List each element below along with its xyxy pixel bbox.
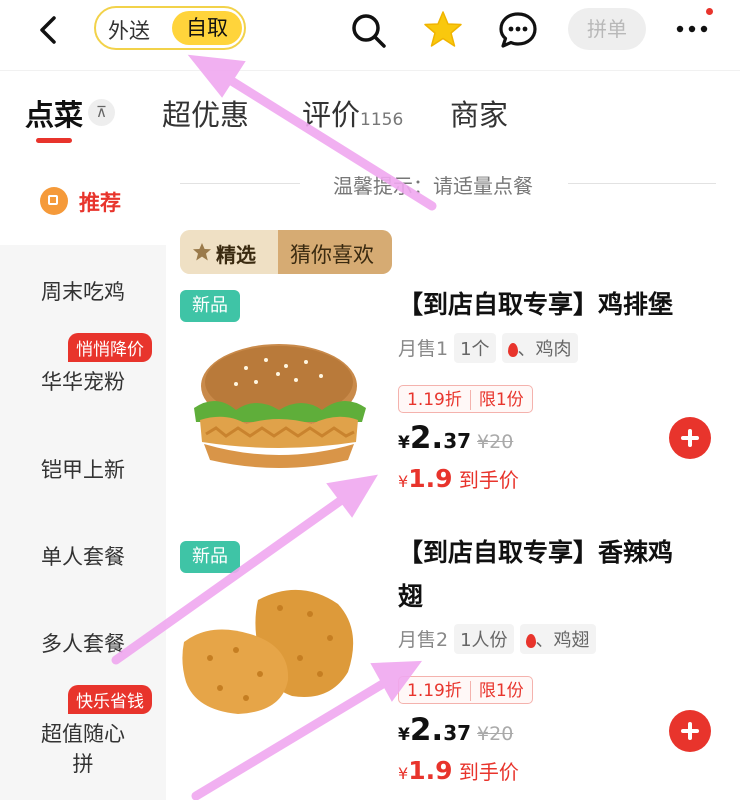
flavor-tag: 、鸡肉 bbox=[501, 333, 578, 363]
notification-dot bbox=[706, 8, 713, 15]
purchase-limit: 限1份 bbox=[469, 681, 532, 701]
category-sidebar bbox=[0, 245, 166, 800]
chevron-left-icon[interactable] bbox=[30, 10, 70, 50]
delivery-option[interactable]: 外送 bbox=[108, 15, 150, 45]
original-price: ¥20 bbox=[477, 431, 514, 453]
chili-icon bbox=[507, 343, 518, 357]
top-bar: 外送 自取 拼单 bbox=[0, 0, 740, 62]
add-to-cart-button[interactable] bbox=[669, 710, 711, 752]
product-title-line2[interactable]: 翅 bbox=[398, 575, 718, 619]
sidebar-item-weekend-chicken[interactable]: 周末吃鸡 bbox=[0, 276, 166, 306]
tip-line-right bbox=[568, 183, 716, 184]
flavor-text: 、鸡肉 bbox=[517, 339, 572, 360]
search-icon[interactable] bbox=[348, 10, 388, 50]
section-featured-label: 精选 bbox=[216, 243, 256, 267]
price-row: ¥2.37 ¥20 bbox=[398, 712, 513, 748]
price-symbol: ¥ bbox=[398, 433, 410, 453]
section-header: 精选 猜你喜欢 bbox=[180, 230, 392, 274]
final-decimal: 9 bbox=[435, 464, 453, 493]
divider bbox=[0, 70, 740, 71]
sidebar-item-huahua[interactable]: 华华宠粉 bbox=[0, 366, 166, 396]
purchase-limit: 限1份 bbox=[469, 390, 532, 410]
add-to-cart-button[interactable] bbox=[669, 417, 711, 459]
spec-tag: 1个 bbox=[454, 333, 496, 363]
chat-bubble-icon[interactable] bbox=[498, 10, 538, 50]
section-guess-you-like: 猜你喜欢 bbox=[278, 230, 392, 274]
tab-reviews-label: 评价 bbox=[302, 98, 361, 132]
delivery-mode-toggle: 外送 自取 bbox=[94, 6, 246, 50]
tab-merchant[interactable]: 商家 bbox=[450, 92, 508, 134]
burger-image[interactable] bbox=[186, 338, 372, 478]
price-row: ¥2.37 ¥20 bbox=[398, 420, 513, 456]
product-title[interactable]: 【到店自取专享】鸡排堡 bbox=[398, 283, 718, 327]
star-icon[interactable] bbox=[423, 9, 463, 49]
price-symbol: ¥ bbox=[398, 725, 410, 745]
spec-tag: 1人份 bbox=[454, 624, 514, 654]
price-decimal: 37 bbox=[443, 429, 472, 453]
discount-rate: 1.19折 bbox=[407, 681, 462, 701]
tip-line-left bbox=[180, 183, 300, 184]
final-price: ¥1.9 到手价 bbox=[398, 464, 519, 493]
tab-active-indicator bbox=[36, 138, 72, 143]
more-dots-icon[interactable] bbox=[672, 14, 712, 44]
price-integer: 2. bbox=[409, 712, 444, 748]
final-price-label: 到手价 bbox=[452, 468, 519, 492]
final-symbol: ¥ bbox=[398, 764, 409, 783]
final-integer: 1. bbox=[408, 464, 436, 493]
chicken-wings-image[interactable] bbox=[180, 578, 370, 718]
group-order-button[interactable]: 拼单 bbox=[568, 8, 646, 50]
sidebar-badge: 快乐省钱 bbox=[68, 685, 152, 714]
final-decimal: 9 bbox=[435, 756, 453, 785]
product-title[interactable]: 【到店自取专享】香辣鸡 bbox=[398, 531, 718, 575]
collapse-up-icon[interactable]: ⊼ bbox=[88, 99, 115, 126]
discount-rate: 1.19折 bbox=[407, 390, 462, 410]
sidebar-item-value-combo-line2[interactable]: 拼 bbox=[0, 748, 166, 778]
tab-deals[interactable]: 超优惠 bbox=[162, 92, 249, 134]
sidebar-item-armor-new[interactable]: 铠甲上新 bbox=[0, 454, 166, 484]
sidebar-item-group-meal[interactable]: 多人套餐 bbox=[0, 628, 166, 658]
price-decimal: 37 bbox=[443, 721, 472, 745]
original-price: ¥20 bbox=[477, 723, 514, 745]
tab-order[interactable]: 点菜 bbox=[25, 92, 83, 134]
review-count: 1156 bbox=[360, 110, 404, 130]
flavor-text: 、鸡翅 bbox=[535, 630, 590, 651]
star-icon bbox=[193, 243, 211, 261]
section-featured: 精选 bbox=[180, 230, 278, 274]
section-guess-label: 猜你喜欢 bbox=[290, 243, 374, 267]
final-price: ¥1.9 到手价 bbox=[398, 756, 519, 785]
sidebar-badge: 悄悄降价 bbox=[68, 333, 152, 362]
monthly-sales: 月售2 bbox=[398, 629, 449, 651]
chili-icon bbox=[525, 634, 536, 648]
final-integer: 1. bbox=[408, 756, 436, 785]
discount-tag: 1.19折 限1份 bbox=[398, 385, 533, 413]
pickup-option[interactable]: 自取 bbox=[172, 11, 242, 45]
final-price-label: 到手价 bbox=[452, 760, 519, 784]
recommend-icon bbox=[40, 187, 68, 215]
product-meta: 月售2 1人份 、鸡翅 bbox=[398, 624, 596, 654]
monthly-sales: 月售1 bbox=[398, 338, 449, 360]
new-badge: 新品 bbox=[180, 541, 240, 573]
sidebar-item-value-combo[interactable]: 超值随心 bbox=[0, 718, 166, 748]
tip-text: 温馨提示：请适量点餐 bbox=[333, 174, 533, 198]
sidebar-item-single-meal[interactable]: 单人套餐 bbox=[0, 541, 166, 571]
price-integer: 2. bbox=[409, 420, 444, 456]
flavor-tag: 、鸡翅 bbox=[519, 624, 596, 654]
sidebar-item-recommend[interactable]: 推荐 bbox=[79, 187, 121, 217]
tab-reviews[interactable]: 评价1156 bbox=[302, 92, 403, 134]
new-badge: 新品 bbox=[180, 290, 240, 322]
product-meta: 月售1 1个 、鸡肉 bbox=[398, 333, 578, 363]
discount-tag: 1.19折 限1份 bbox=[398, 676, 533, 704]
final-symbol: ¥ bbox=[398, 472, 409, 491]
